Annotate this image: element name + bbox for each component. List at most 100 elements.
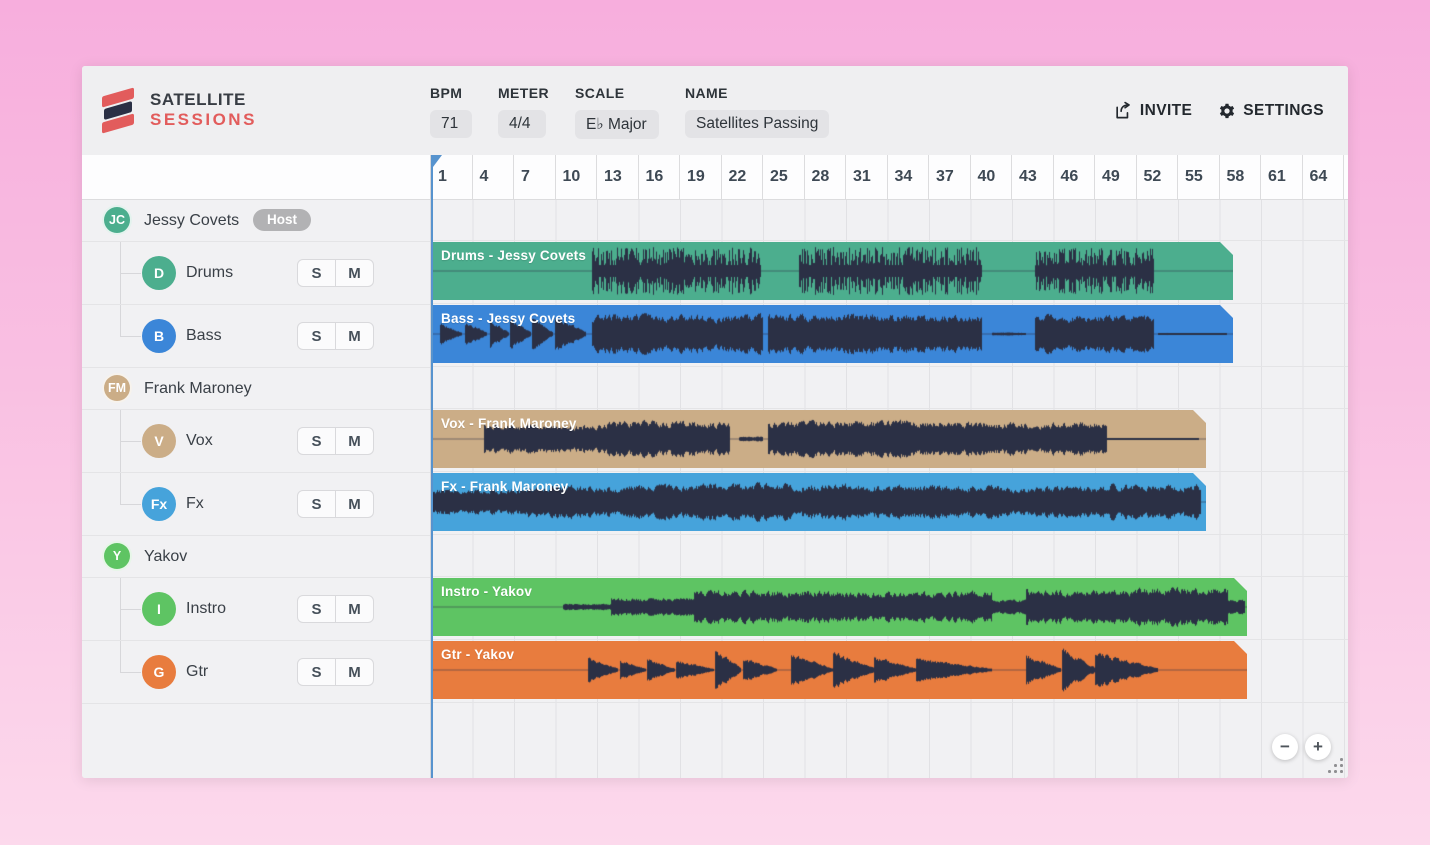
ruler-cell-bar-16[interactable]: 16	[639, 155, 681, 199]
settings-button[interactable]: SETTINGS	[1218, 102, 1324, 120]
meter-value[interactable]: 4/4	[498, 110, 546, 138]
audio-clip-bass[interactable]: Bass - Jessy Covets	[431, 305, 1233, 363]
ruler-cell-bar-28[interactable]: 28	[805, 155, 847, 199]
track-avatar: D	[142, 256, 176, 290]
ruler-cell-bar-64[interactable]: 64	[1303, 155, 1345, 199]
tree-line	[120, 273, 141, 274]
invite-button[interactable]: INVITE	[1114, 101, 1192, 120]
ruler-cell-bar-52[interactable]: 52	[1137, 155, 1179, 199]
resize-grip[interactable]	[1327, 757, 1343, 773]
track-name: Vox	[186, 410, 213, 472]
audio-clip-drums[interactable]: Drums - Jessy Covets	[431, 242, 1233, 300]
scale-value[interactable]: E♭ Major	[575, 110, 659, 139]
audio-clip-gtr[interactable]: Gtr - Yakov	[431, 641, 1247, 699]
zoom-out-button[interactable]: −	[1272, 734, 1298, 760]
solo-button-bass[interactable]: S	[298, 323, 336, 349]
name-field: NAME Satellites Passing	[685, 85, 829, 139]
user-name: Yakov	[144, 536, 187, 577]
ruler-cell-bar-7[interactable]: 7	[514, 155, 556, 199]
ruler-cell-bar-58[interactable]: 58	[1220, 155, 1262, 199]
track-avatar: Fx	[142, 487, 176, 521]
user-row-0: JCJessy CovetsHost	[82, 200, 430, 242]
bpm-value[interactable]: 71	[430, 110, 472, 138]
solo-button-vox[interactable]: S	[298, 428, 336, 454]
track-row-gtr: G Gtr SM	[82, 641, 430, 704]
settings-label: SETTINGS	[1243, 102, 1324, 120]
timeline: 1471013161922252831343740434649525558616…	[431, 155, 1348, 778]
ruler-cell-bar-61[interactable]: 61	[1261, 155, 1303, 199]
timeline-ruler: 1471013161922252831343740434649525558616…	[431, 155, 1348, 200]
playhead[interactable]	[431, 155, 433, 778]
ruler-cell-bar-49[interactable]: 49	[1095, 155, 1137, 199]
sidebar-spacer	[82, 155, 430, 200]
clip-row-bass: Bass - Jessy Covets	[431, 304, 1348, 367]
clip-row-vox: Vox - Frank Maroney	[431, 409, 1348, 472]
avatar: FM	[102, 373, 132, 403]
ruler-cell-bar-37[interactable]: 37	[929, 155, 971, 199]
audio-clip-vox[interactable]: Vox - Frank Maroney	[431, 410, 1206, 468]
mute-button-instro[interactable]: M	[336, 596, 373, 622]
track-sidebar: JCJessy CovetsHostDDrumsSMBBassSMFMFrank…	[82, 155, 431, 778]
ruler-cell-bar-34[interactable]: 34	[888, 155, 930, 199]
sidebar-rows: JCJessy CovetsHostDDrumsSMBBassSMFMFrank…	[82, 200, 430, 704]
track-row-bass: BBassSM	[82, 305, 430, 368]
gear-icon	[1218, 102, 1236, 120]
track-avatar: G	[142, 655, 176, 689]
clip-label: Gtr - Yakov	[441, 647, 514, 662]
mute-button-bass[interactable]: M	[336, 323, 373, 349]
timeline-rows: Drums - Jessy Covets Bass - Jessy Covets V…	[431, 199, 1348, 703]
mute-button-vox[interactable]: M	[336, 428, 373, 454]
name-value[interactable]: Satellites Passing	[685, 110, 829, 138]
solo-button-drums[interactable]: S	[298, 260, 336, 286]
track-name: Fx	[186, 473, 204, 535]
ruler-cell-bar-46[interactable]: 46	[1054, 155, 1096, 199]
mute-button-fx[interactable]: M	[336, 491, 373, 517]
ruler-cell-bar-19[interactable]: 19	[680, 155, 722, 199]
desktop-background: SATELLITE SESSIONS BPM 71 METER 4/4 SCAL…	[0, 0, 1430, 845]
ruler-cell-bar-22[interactable]: 22	[722, 155, 764, 199]
tree-line	[120, 504, 141, 505]
track-name: Instro	[186, 578, 226, 640]
audio-clip-fx[interactable]: Fx - Frank Maroney	[431, 473, 1206, 531]
ruler-cell-bar-43[interactable]: 43	[1012, 155, 1054, 199]
tree-line	[120, 672, 141, 673]
ruler-cell-bar-1[interactable]: 1	[431, 155, 473, 199]
solo-button-fx[interactable]: S	[298, 491, 336, 517]
scale-field: SCALE E♭ Major	[575, 85, 659, 139]
track-row-fx: Fx Fx SM	[82, 473, 430, 536]
meter-label: METER	[498, 85, 549, 101]
brand: SATELLITE SESSIONS	[100, 88, 257, 132]
clip-label: Instro - Yakov	[441, 584, 532, 599]
track-name: Gtr	[186, 641, 208, 703]
user-row-2: YYakov	[82, 536, 430, 578]
clip-label: Bass - Jessy Covets	[441, 311, 575, 326]
mute-button-gtr[interactable]: M	[336, 659, 373, 685]
ruler-cell-bar-4[interactable]: 4	[473, 155, 515, 199]
solo-button-gtr[interactable]: S	[298, 659, 336, 685]
mute-button-drums[interactable]: M	[336, 260, 373, 286]
ruler-cell-bar-40[interactable]: 40	[971, 155, 1013, 199]
tree-line	[120, 473, 121, 504]
ruler-cell-bar-25[interactable]: 25	[763, 155, 805, 199]
name-label: NAME	[685, 85, 829, 101]
user-name: Jessy Covets	[144, 200, 239, 241]
scale-label: SCALE	[575, 85, 659, 101]
track-avatar: B	[142, 319, 176, 353]
meter-field: METER 4/4	[498, 85, 549, 139]
solo-mute-group: SM	[297, 658, 374, 686]
tree-line	[120, 336, 141, 337]
clip-label: Drums - Jessy Covets	[441, 248, 586, 263]
ruler-cell-bar-55[interactable]: 55	[1178, 155, 1220, 199]
invite-share-icon	[1114, 101, 1133, 120]
audio-clip-instro[interactable]: Instro - Yakov	[431, 578, 1247, 636]
ruler-cell-bar-31[interactable]: 31	[846, 155, 888, 199]
user-name: Frank Maroney	[144, 368, 252, 409]
ruler-cell-bar-13[interactable]: 13	[597, 155, 639, 199]
bpm-label: BPM	[430, 85, 472, 101]
tree-line	[120, 641, 121, 672]
solo-mute-group: SM	[297, 322, 374, 350]
solo-button-instro[interactable]: S	[298, 596, 336, 622]
clip-row-gtr: Gtr - Yakov	[431, 640, 1348, 703]
bpm-field: BPM 71	[430, 85, 472, 139]
ruler-cell-bar-10[interactable]: 10	[556, 155, 598, 199]
